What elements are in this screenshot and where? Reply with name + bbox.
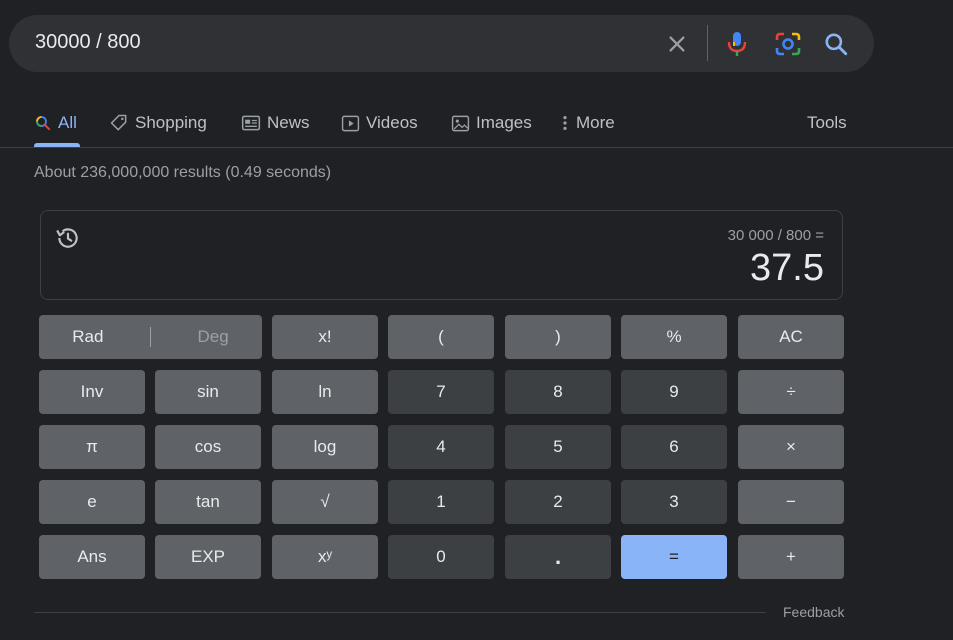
tab-label: Videos <box>366 113 418 132</box>
tab-news[interactable]: News <box>241 100 310 146</box>
tools-label: Tools <box>807 113 847 132</box>
tag-icon <box>110 114 127 131</box>
key-7[interactable]: 7 <box>388 370 494 414</box>
play-icon <box>341 115 360 131</box>
tab-videos[interactable]: Videos <box>341 100 418 146</box>
key-pi[interactable]: π <box>39 425 145 469</box>
key-all-clear[interactable]: AC <box>738 315 844 359</box>
key-2[interactable]: 2 <box>505 480 611 524</box>
key-open-paren[interactable]: ( <box>388 315 494 359</box>
search-tabs: All Shopping News Videos Images More Too… <box>34 100 934 148</box>
key-divide[interactable]: ÷ <box>738 370 844 414</box>
calculator-expression: 30 000 / 800 = <box>727 227 824 244</box>
lens-icon[interactable] <box>773 15 803 72</box>
mic-icon[interactable] <box>724 15 750 72</box>
key-cos[interactable]: cos <box>155 425 261 469</box>
rad-label[interactable]: Rad <box>72 327 103 347</box>
search-box[interactable]: 30000 / 800 <box>9 15 874 72</box>
key-equals[interactable]: = <box>621 535 727 579</box>
tabs-divider <box>0 147 953 148</box>
search-icon <box>36 116 50 130</box>
tab-all[interactable]: All <box>34 100 77 146</box>
key-answer[interactable]: Ans <box>39 535 145 579</box>
key-decimal[interactable]: . <box>505 535 611 579</box>
key-4[interactable]: 4 <box>388 425 494 469</box>
tools-button[interactable]: Tools <box>807 100 847 146</box>
key-9[interactable]: 9 <box>621 370 727 414</box>
history-icon[interactable] <box>55 225 81 251</box>
tab-label: All <box>58 113 77 132</box>
key-5[interactable]: 5 <box>505 425 611 469</box>
image-icon <box>451 115 470 131</box>
key-ln[interactable]: ln <box>272 370 378 414</box>
key-8[interactable]: 8 <box>505 370 611 414</box>
tab-images[interactable]: Images <box>451 100 532 146</box>
feedback-link[interactable]: Feedback <box>783 604 844 620</box>
key-power[interactable]: xʸ <box>272 535 378 579</box>
rad-deg-toggle[interactable]: Rad Deg <box>39 315 262 359</box>
key-6[interactable]: 6 <box>621 425 727 469</box>
key-log[interactable]: log <box>272 425 378 469</box>
search-divider <box>707 25 708 61</box>
key-exp[interactable]: EXP <box>155 535 261 579</box>
key-0[interactable]: 0 <box>388 535 494 579</box>
key-factorial[interactable]: x! <box>272 315 378 359</box>
tab-shopping[interactable]: Shopping <box>109 100 207 146</box>
key-close-paren[interactable]: ) <box>505 315 611 359</box>
tab-label: Shopping <box>135 113 207 132</box>
key-e[interactable]: e <box>39 480 145 524</box>
key-percent[interactable]: % <box>621 315 727 359</box>
key-sqrt[interactable]: √ <box>272 480 378 524</box>
key-add[interactable]: + <box>738 535 844 579</box>
tab-label: Images <box>476 113 532 132</box>
close-icon[interactable] <box>664 15 690 72</box>
tab-label: News <box>267 113 310 132</box>
calculator-display: 30 000 / 800 = 37.5 <box>40 210 843 300</box>
deg-label[interactable]: Deg <box>198 327 229 347</box>
search-input[interactable]: 30000 / 800 <box>35 15 141 72</box>
key-1[interactable]: 1 <box>388 480 494 524</box>
news-icon <box>241 115 261 131</box>
more-vert-icon <box>563 115 567 131</box>
tab-label: More <box>576 113 615 132</box>
result-stats: About 236,000,000 results (0.49 seconds) <box>34 164 332 181</box>
key-multiply[interactable]: × <box>738 425 844 469</box>
rad-deg-separator <box>149 327 151 347</box>
key-inverse[interactable]: Inv <box>39 370 145 414</box>
key-tan[interactable]: tan <box>155 480 261 524</box>
calculator-result: 37.5 <box>750 247 824 289</box>
search-icon[interactable] <box>821 15 851 72</box>
key-3[interactable]: 3 <box>621 480 727 524</box>
key-sin[interactable]: sin <box>155 370 261 414</box>
key-subtract[interactable]: − <box>738 480 844 524</box>
feedback-divider <box>34 612 766 613</box>
tab-more[interactable]: More <box>560 100 615 146</box>
